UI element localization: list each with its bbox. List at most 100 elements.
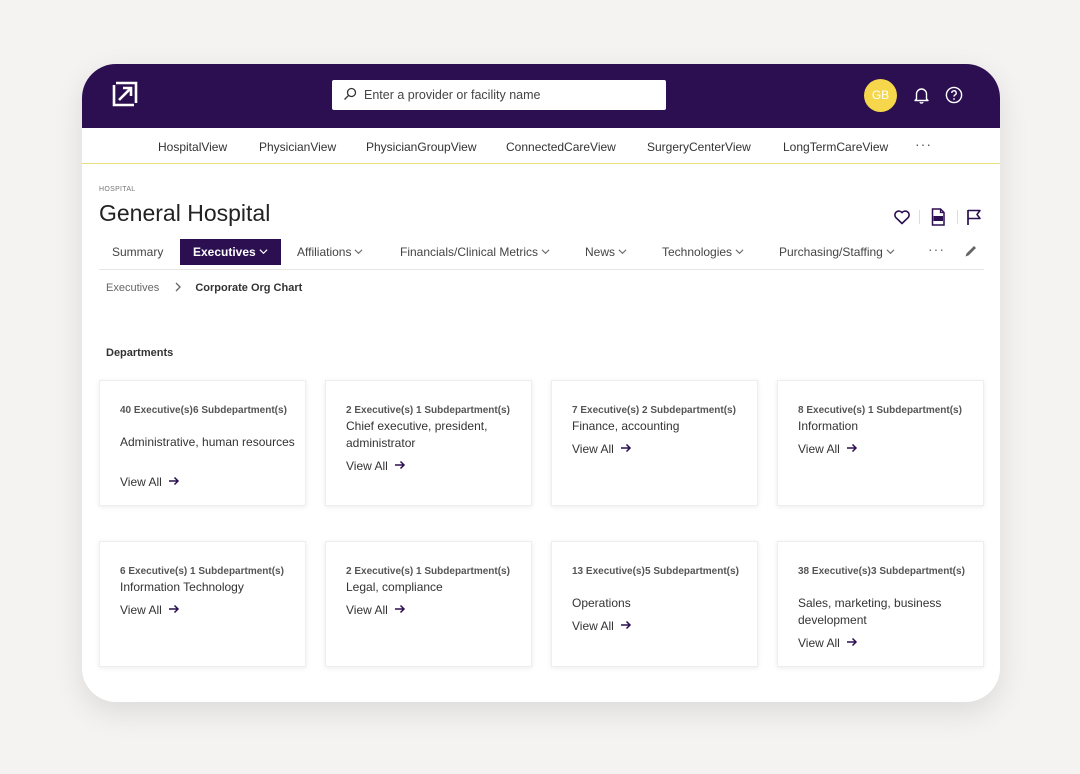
search-input[interactable]: Enter a provider or facility name [332, 80, 666, 110]
logo-icon[interactable] [112, 81, 138, 107]
arrow-right-icon [394, 604, 405, 614]
arrow-right-icon [394, 460, 405, 470]
top-bar: Enter a provider or facility name GB [82, 64, 1000, 128]
product-nav-item[interactable]: ConnectedCareView [506, 140, 616, 154]
arrow-right-icon [168, 476, 179, 486]
view-all-link[interactable]: View All [120, 603, 180, 617]
arrow-right-icon [846, 637, 857, 647]
product-nav-item[interactable]: PhysicianGroupView [366, 140, 477, 154]
view-all-link[interactable]: View All [572, 442, 632, 456]
divider [919, 210, 920, 224]
subdepartment-count: 6 Subdepartment(s) [193, 405, 287, 416]
department-counts: 2 Executive(s) 1 Subdepartment(s) [346, 563, 510, 580]
executive-count: 8 Executive(s) [798, 405, 866, 416]
chevron-down-icon [618, 249, 627, 255]
department-counts: 40 Executive(s)6 Subdepartment(s) [120, 402, 293, 419]
department-card: 2 Executive(s) 1 Subdepartment(s) Legal,… [325, 541, 532, 667]
executive-count: 38 Executive(s) [798, 566, 871, 577]
product-nav-item[interactable]: LongTermCareView [783, 140, 888, 154]
departments-heading: Departments [106, 347, 174, 359]
view-all-label: View All [346, 603, 388, 617]
tab-purchasing-staffing[interactable]: Purchasing/Staffing [779, 239, 895, 265]
product-nav-more-button[interactable]: ··· [915, 136, 932, 152]
department-name: Information Technology [120, 580, 244, 594]
view-all-link[interactable]: View All [572, 619, 632, 633]
subdepartment-count: 1 Subdepartment(s) [416, 566, 510, 577]
tab-summary[interactable]: Summary [112, 239, 163, 265]
subdepartment-count: 1 Subdepartment(s) [416, 405, 510, 416]
subdepartment-count: 1 Subdepartment(s) [868, 405, 962, 416]
tab-technologies[interactable]: Technologies [662, 239, 744, 265]
page-kicker: HOSPITAL [99, 186, 136, 193]
tab-label: Financials/Clinical Metrics [400, 245, 539, 259]
app-window: Enter a provider or facility name GB Hos… [82, 64, 1000, 702]
view-all-label: View All [572, 442, 614, 456]
department-card: 2 Executive(s) 1 Subdepartment(s) Chief … [325, 380, 532, 506]
view-all-label: View All [798, 442, 840, 456]
tab-label: Purchasing/Staffing [779, 245, 883, 259]
flag-icon[interactable] [964, 207, 984, 227]
executive-count: 7 Executive(s) [572, 405, 640, 416]
search-icon [342, 86, 358, 102]
department-name: Legal, compliance [346, 580, 443, 594]
department-card: 6 Executive(s) 1 Subdepartment(s) Inform… [99, 541, 306, 667]
department-counts: 2 Executive(s) 1 Subdepartment(s) [346, 402, 510, 419]
executive-count: 40 Executive(s) [120, 405, 193, 416]
department-name: Information [798, 419, 859, 433]
favorite-heart-icon[interactable] [892, 207, 912, 227]
arrow-right-icon [620, 620, 631, 630]
tab-news[interactable]: News [585, 239, 627, 265]
user-avatar[interactable]: GB [864, 79, 897, 112]
view-all-link[interactable]: View All [798, 636, 858, 650]
breadcrumb-current: Corporate Org Chart [195, 282, 303, 294]
tab-label: Executives [193, 245, 256, 259]
product-nav-item[interactable]: SurgeryCenterView [647, 140, 751, 154]
chevron-down-icon [735, 249, 744, 255]
divider [957, 210, 958, 224]
tab-affiliations[interactable]: Affiliations [297, 239, 363, 265]
pdf-export-icon[interactable] [928, 207, 948, 227]
subdepartment-count: 3 Subdepartment(s) [871, 566, 965, 577]
chevron-down-icon [541, 249, 550, 255]
department-name: Operations [572, 596, 631, 610]
tab-financials-clinical-metrics[interactable]: Financials/Clinical Metrics [400, 239, 550, 265]
tabs-more-button[interactable]: ··· [928, 241, 945, 257]
chevron-down-icon [355, 249, 363, 255]
tab-label: Summary [112, 245, 164, 259]
tab-label: Technologies [662, 245, 733, 259]
chevron-down-icon [886, 249, 895, 255]
executive-count: 6 Executive(s) [120, 566, 188, 577]
breadcrumb: Executives Corporate Org Chart [106, 282, 302, 294]
breadcrumb-executives-link[interactable]: Executives [106, 282, 159, 294]
help-icon[interactable] [945, 86, 963, 104]
chevron-right-icon [175, 282, 182, 292]
tab-executives[interactable]: Executives [180, 239, 281, 265]
view-all-link[interactable]: View All [798, 442, 858, 456]
executive-count: 2 Executive(s) [346, 405, 414, 416]
product-nav-item[interactable]: PhysicianView [259, 140, 336, 154]
view-all-label: View All [572, 619, 614, 633]
department-counts: 38 Executive(s)3 Subdepartment(s) [798, 563, 971, 580]
view-all-link[interactable]: View All [346, 459, 406, 473]
bell-icon[interactable] [913, 86, 930, 104]
view-all-link[interactable]: View All [346, 603, 406, 617]
view-all-label: View All [120, 475, 162, 489]
subdepartment-count: 2 Subdepartment(s) [642, 405, 736, 416]
search-placeholder: Enter a provider or facility name [364, 88, 541, 102]
subdepartment-count: 5 Subdepartment(s) [645, 566, 739, 577]
executive-count: 2 Executive(s) [346, 566, 414, 577]
department-card: 8 Executive(s) 1 Subdepartment(s) Inform… [777, 380, 984, 506]
view-all-link[interactable]: View All [120, 475, 180, 489]
department-name: Chief executive, president, administrato… [346, 419, 488, 450]
product-nav: HospitalView PhysicianView PhysicianGrou… [82, 128, 1000, 164]
view-all-label: View All [120, 603, 162, 617]
department-name: Administrative, human resources [120, 435, 295, 449]
arrow-right-icon [620, 443, 631, 453]
subdepartment-count: 1 Subdepartment(s) [190, 566, 284, 577]
tab-label: Affiliations [297, 245, 352, 259]
product-nav-item[interactable]: HospitalView [158, 140, 227, 154]
page-title: General Hospital [99, 200, 271, 226]
edit-pencil-icon[interactable] [963, 243, 979, 259]
department-counts: 8 Executive(s) 1 Subdepartment(s) [798, 402, 962, 419]
section-tabs: Summary Executives Affiliations Financia… [99, 239, 984, 270]
